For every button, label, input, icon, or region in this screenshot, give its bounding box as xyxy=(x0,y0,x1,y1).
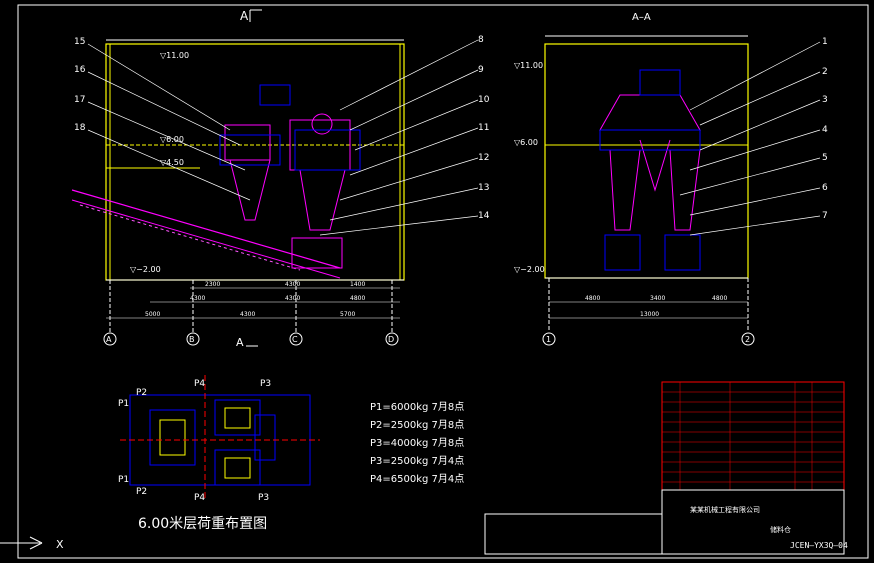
title-block-title: 储料仓 xyxy=(770,525,791,534)
dim-l1-b: 4300 xyxy=(285,281,300,288)
dim-r1-a: 4800 xyxy=(585,295,600,302)
view-title-aa: A–A xyxy=(632,12,651,23)
callout-10: 10 xyxy=(478,95,490,105)
title-block-drawing-no: JCEN–YX3Q–04 xyxy=(790,541,848,550)
dim-l2-a: 4300 xyxy=(190,295,205,302)
dim-l3-c: 5700 xyxy=(340,311,355,318)
elev-left-bottom: ▽−2.00 xyxy=(130,265,161,274)
load-legend: P1=6000kg 7月8点 P2=2500kg 7月8点 P3=4000kg … xyxy=(370,401,464,485)
callout-7: 7 xyxy=(822,211,828,221)
callout-15: 15 xyxy=(74,37,85,47)
legend-row-3: P3=4000kg 7月8点 xyxy=(370,437,464,449)
load-label-p4-bottom: P4 xyxy=(194,493,205,503)
dim-l1-c: 1400 xyxy=(350,281,365,288)
dim-l3-b: 4300 xyxy=(240,311,255,318)
load-label-p2-top: P2 xyxy=(136,388,147,398)
section-mark-top: A xyxy=(240,9,249,23)
callout-1: 1 xyxy=(822,37,828,47)
callout-17: 17 xyxy=(74,95,85,105)
drawing-canvas: A 15 16 17 18 8 9 10 11 12 13 14 ▽11.00 … xyxy=(0,4,869,559)
load-plan-title: 6.00米层荷重布置图 xyxy=(138,516,267,532)
elev-left-mid1: ▽6.00 xyxy=(160,135,184,144)
callout-2: 2 xyxy=(822,67,828,77)
legend-row-2: P2=2500kg 7月8点 xyxy=(370,419,464,431)
axis-1: 1 xyxy=(546,335,551,344)
elev-right-mid: ▽6.00 xyxy=(514,138,538,147)
callout-4: 4 xyxy=(822,125,828,135)
load-label-p2-bottom: P2 xyxy=(136,487,147,497)
dim-l3-a: 5000 xyxy=(145,311,160,318)
callout-6: 6 xyxy=(822,183,828,193)
axis-c: C xyxy=(292,335,298,344)
ucs-x-label: X xyxy=(56,538,64,551)
dim-r1-b: 3400 xyxy=(650,295,665,302)
dim-r2: 13000 xyxy=(640,311,659,318)
callout-12: 12 xyxy=(478,153,489,163)
load-label-p1-top: P1 xyxy=(118,399,129,409)
ucs-indicator: X xyxy=(0,536,64,551)
callout-13: 13 xyxy=(478,183,489,193)
legend-row-4: P3=2500kg 7月4点 xyxy=(370,455,464,467)
axis-b: B xyxy=(189,335,195,344)
legend-row-5: P4=6500kg 7月4点 xyxy=(370,473,464,485)
callout-11: 11 xyxy=(478,123,489,133)
dim-r1-c: 4800 xyxy=(712,295,727,302)
right-section-view: A–A 1 2 3 4 5 6 7 ▽11.00 ▽6.00 ▽−2.00 48… xyxy=(514,12,828,346)
left-section-view: A 15 16 17 18 8 9 10 11 12 13 14 ▽11.00 … xyxy=(71,9,490,349)
axis-a: A xyxy=(106,335,112,344)
callout-16: 16 xyxy=(74,65,86,75)
load-label-p1-bottom: P1 xyxy=(118,475,129,485)
elev-right-bottom: ▽−2.00 xyxy=(514,265,545,274)
dim-l2-c: 4800 xyxy=(350,295,365,302)
dim-l2-b: 4300 xyxy=(285,295,300,302)
load-label-p4-top: P4 xyxy=(194,379,205,389)
load-plan: P2 P1 P4 P3 P1 P2 P4 P3 6.00米层荷重布置图 xyxy=(118,375,320,532)
elev-right-top: ▽11.00 xyxy=(514,61,543,70)
dim-l1-a: 2300 xyxy=(205,281,220,288)
callout-8: 8 xyxy=(478,35,484,45)
callout-9: 9 xyxy=(478,65,484,75)
load-label-p3-bottom: P3 xyxy=(258,493,269,503)
title-block: 某某机械工程有限公司 储料仓 JCEN–YX3Q–04 xyxy=(484,381,848,555)
callout-5: 5 xyxy=(822,153,828,163)
callout-3: 3 xyxy=(822,95,828,105)
elev-left-top: ▽11.00 xyxy=(160,51,189,60)
axis-2: 2 xyxy=(745,335,750,344)
axis-d: D xyxy=(388,335,394,344)
elev-left-mid2: ▽4.50 xyxy=(160,158,184,167)
load-label-p3-top: P3 xyxy=(260,379,271,389)
callout-18: 18 xyxy=(74,123,86,133)
section-mark-bottom: A xyxy=(236,336,244,349)
title-block-company: 某某机械工程有限公司 xyxy=(690,505,760,514)
callout-14: 14 xyxy=(478,211,490,221)
legend-row-1: P1=6000kg 7月8点 xyxy=(370,401,464,413)
